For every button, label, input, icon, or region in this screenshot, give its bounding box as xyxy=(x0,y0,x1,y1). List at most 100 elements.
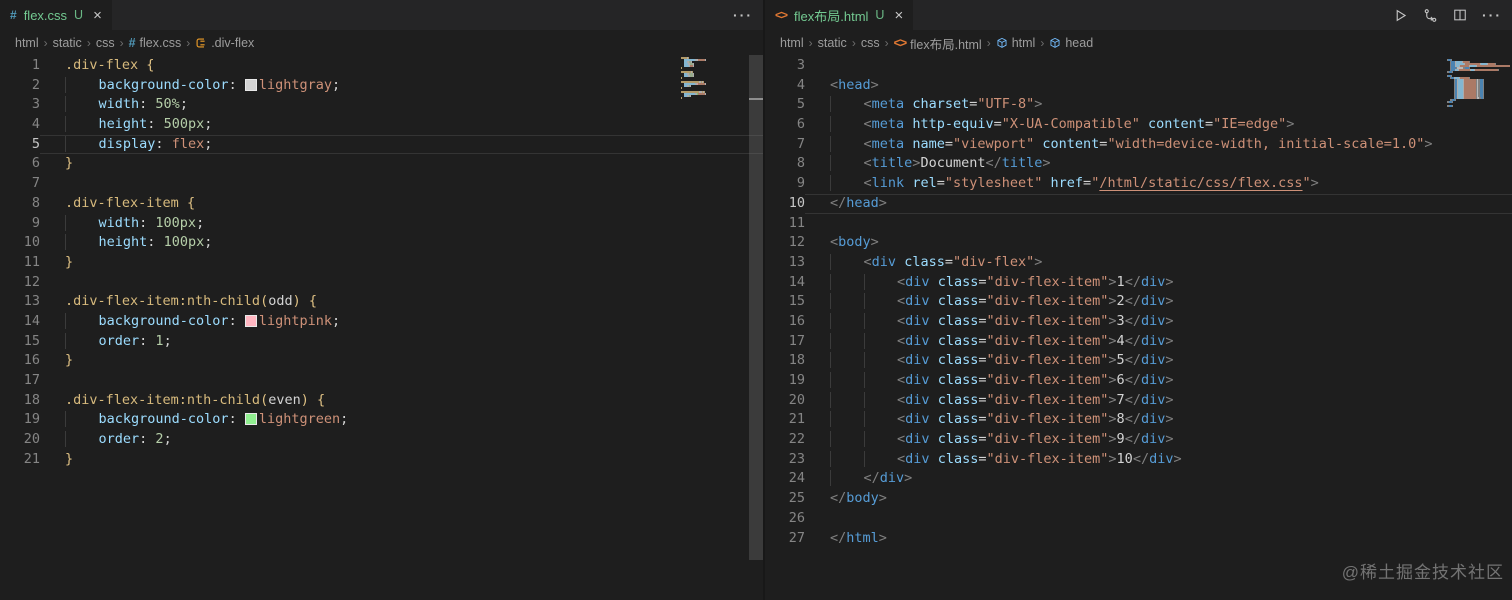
code-editor-html[interactable]: 3 4 <head> 5 <meta charset="UTF-8"> 6 <meta … xyxy=(765,56,1512,600)
line-number: 14 xyxy=(23,312,40,329)
tab-flex-layout-html[interactable]: <> flex布局.html U × xyxy=(765,0,914,30)
line-number: 19 xyxy=(788,372,805,388)
code-line[interactable]: 14 <div class="div-flex-item">1</div> xyxy=(765,273,1512,293)
breadcrumb: html › static › css › # flex.css › .div-flex xyxy=(0,30,763,56)
breadcrumb-separator-icon: › xyxy=(119,36,124,50)
line-number: 21 xyxy=(23,450,40,467)
code-line[interactable]: 10 height: 100px; xyxy=(0,233,763,253)
breadcrumb-item[interactable]: css xyxy=(861,36,880,50)
code-line[interactable]: 11 xyxy=(765,214,1512,234)
code-line[interactable]: 7 xyxy=(0,174,763,194)
line-number: 19 xyxy=(23,411,40,428)
code-line[interactable]: 15 order: 1; xyxy=(0,332,763,352)
run-file-icon[interactable] xyxy=(1393,8,1408,23)
code-line[interactable]: 5 display: flex; xyxy=(0,135,763,155)
color-swatch[interactable] xyxy=(244,413,257,426)
code-line[interactable]: 13 <div class="div-flex"> xyxy=(765,253,1512,273)
close-icon[interactable]: × xyxy=(93,8,102,23)
code-line[interactable]: 18 .div-flex-item:nth-child(even) { xyxy=(0,391,763,411)
code-line[interactable]: 27 </html> xyxy=(765,529,1512,549)
breadcrumb-item[interactable]: # flex.css xyxy=(129,36,182,50)
code-line[interactable]: 4 height: 500px; xyxy=(0,115,763,135)
code-line[interactable]: 21} xyxy=(0,450,763,470)
code-line[interactable]: 21 <div class="div-flex-item">8</div> xyxy=(765,410,1512,430)
line-number: 24 xyxy=(788,470,805,487)
watermark-text: @稀土掘金技术社区 xyxy=(1341,563,1504,582)
code-editor-css[interactable]: 1 .div-flex {2 background-color: lightgra… xyxy=(0,56,763,600)
code-line[interactable]: 6 <meta http-equiv="X-UA-Compatible" con… xyxy=(765,115,1512,135)
code-line[interactable]: 12 <body> xyxy=(765,233,1512,253)
line-number: 5 xyxy=(31,135,40,152)
code-line[interactable]: 19 background-color: lightgreen; xyxy=(0,410,763,430)
split-editor-icon[interactable] xyxy=(1453,8,1467,22)
code-line[interactable]: 6} xyxy=(0,154,763,174)
cube-symbol-icon xyxy=(1049,37,1061,49)
line-number: 7 xyxy=(796,135,805,152)
code-line[interactable]: 20 order: 2; xyxy=(0,430,763,450)
breadcrumb-item[interactable]: html xyxy=(780,36,804,50)
breadcrumb-item[interactable]: head xyxy=(1049,36,1093,50)
code-line[interactable]: 18 <div class="div-flex-item">5</div> xyxy=(765,351,1512,371)
code-line[interactable]: 7 <meta name="viewport" content="width=d… xyxy=(765,135,1512,155)
code-line[interactable]: 8 .div-flex-item { xyxy=(0,194,763,214)
breadcrumb-item[interactable]: html xyxy=(15,36,39,50)
color-swatch[interactable] xyxy=(244,78,257,91)
code-line[interactable]: 9 width: 100px; xyxy=(0,214,763,234)
line-number: 12 xyxy=(788,234,805,251)
scrollbar-thumb[interactable] xyxy=(749,55,763,560)
code-line[interactable]: 2 background-color: lightgray; xyxy=(0,76,763,96)
code-line[interactable]: 3 xyxy=(765,56,1512,76)
code-line[interactable]: 26 xyxy=(765,509,1512,529)
code-line[interactable]: 14 background-color: lightpink; xyxy=(0,312,763,332)
more-actions-icon[interactable]: ··· xyxy=(1482,7,1502,23)
css-symbol-icon: # xyxy=(128,36,136,50)
code-line[interactable]: 10 </head> xyxy=(765,194,1512,214)
code-line[interactable]: 16 <div class="div-flex-item">3</div> xyxy=(765,312,1512,332)
css-file-icon: # xyxy=(10,8,17,22)
breadcrumb-item[interactable]: css xyxy=(96,36,115,50)
line-number: 16 xyxy=(23,352,40,369)
code-line[interactable]: 20 <div class="div-flex-item">7</div> xyxy=(765,391,1512,411)
line-number: 10 xyxy=(788,194,805,211)
code-line[interactable]: 11} xyxy=(0,253,763,273)
breadcrumb-separator-icon: › xyxy=(186,36,191,50)
tab-flex-css[interactable]: # flex.css U × xyxy=(0,0,112,30)
line-number: 3 xyxy=(796,57,805,73)
code-line[interactable]: 4 <head> xyxy=(765,76,1512,96)
code-line[interactable]: 5 <meta charset="UTF-8"> xyxy=(765,95,1512,115)
code-line[interactable]: 24 </div> xyxy=(765,469,1512,489)
breadcrumb-item[interactable]: .div-flex xyxy=(195,36,254,50)
code-line[interactable]: 12 xyxy=(0,273,763,293)
code-line[interactable]: 17 <div class="div-flex-item">4</div> xyxy=(765,332,1512,352)
code-line[interactable]: 23 <div class="div-flex-item">10</div> xyxy=(765,450,1512,470)
code-line[interactable]: 15 <div class="div-flex-item">2</div> xyxy=(765,292,1512,312)
minimap[interactable] xyxy=(681,57,711,99)
minimap[interactable] xyxy=(1447,57,1510,107)
color-swatch[interactable] xyxy=(244,314,257,327)
line-number: 27 xyxy=(788,529,805,546)
line-number: 8 xyxy=(796,155,805,172)
code-line[interactable]: 9 <link rel="stylesheet" href="/html/sta… xyxy=(765,174,1512,194)
close-icon[interactable]: × xyxy=(894,8,903,23)
code-line[interactable]: 13 .div-flex-item:nth-child(odd) { xyxy=(0,292,763,312)
line-number: 26 xyxy=(788,509,805,526)
code-line[interactable]: 17 xyxy=(0,371,763,391)
scrollbar[interactable] xyxy=(749,30,763,600)
line-number: 17 xyxy=(23,372,40,388)
code-line[interactable]: 25 </body> xyxy=(765,489,1512,509)
breadcrumb-item[interactable]: <> flex布局.html xyxy=(894,34,982,53)
code-line[interactable]: 16} xyxy=(0,351,763,371)
code-line[interactable]: 8 <title>Document</title> xyxy=(765,154,1512,174)
breadcrumb-item[interactable]: html xyxy=(996,36,1035,50)
tab-title: flex.css xyxy=(23,7,68,23)
more-actions-icon[interactable]: ··· xyxy=(733,7,753,23)
code-line[interactable]: 3 width: 50%; xyxy=(0,95,763,115)
breadcrumb-item[interactable]: static xyxy=(818,36,847,50)
code-line[interactable]: 19 <div class="div-flex-item">6</div> xyxy=(765,371,1512,391)
line-number: 13 xyxy=(788,253,805,270)
open-changes-icon[interactable] xyxy=(1423,8,1438,23)
line-number: 10 xyxy=(23,234,40,251)
code-line[interactable]: 1 .div-flex { xyxy=(0,56,763,76)
breadcrumb-item[interactable]: static xyxy=(53,36,82,50)
code-line[interactable]: 22 <div class="div-flex-item">9</div> xyxy=(765,430,1512,450)
